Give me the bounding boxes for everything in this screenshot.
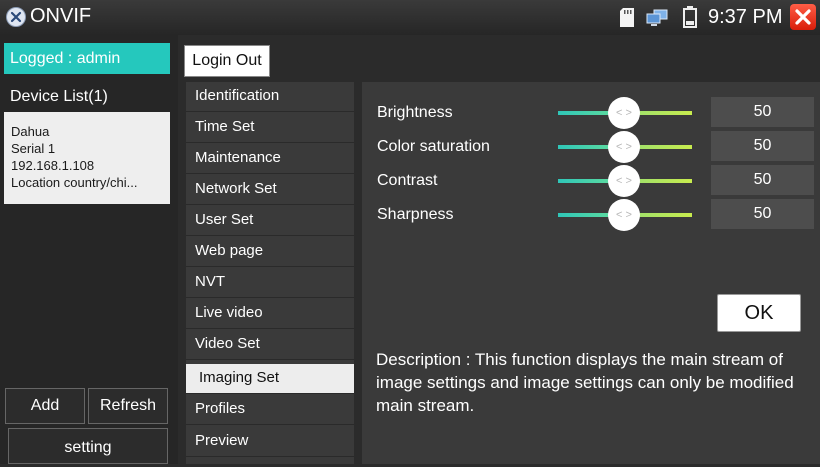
description-text: Description : This function displays the… [376, 350, 794, 415]
menu-item-live-video[interactable]: Live video [186, 299, 354, 329]
menu-item-network-set[interactable]: Network Set [186, 175, 354, 205]
slider-thumb[interactable]: < > [608, 165, 640, 197]
brightness-label: Brightness [377, 104, 453, 121]
color-saturation-value[interactable]: 50 [711, 131, 814, 161]
contrast-label: Contrast [377, 172, 438, 189]
sharpness-value[interactable]: 50 [711, 199, 814, 229]
device-name: Dahua [11, 124, 50, 139]
device-ip: 192.168.1.108 [11, 158, 95, 173]
close-icon [795, 9, 811, 25]
menu-item-web-page[interactable]: Web page [186, 237, 354, 267]
slider-thumb[interactable]: < > [608, 199, 640, 231]
add-button[interactable]: Add [5, 388, 85, 424]
sharpness-label: Sharpness [377, 206, 454, 223]
menu-item-profiles[interactable]: Profiles [186, 395, 354, 425]
slider-track-right [634, 213, 692, 217]
onvif-logo-icon [6, 7, 26, 27]
device-list-item[interactable]: Dahua Serial 1 192.168.1.108 Location co… [4, 112, 170, 204]
menu-item-video-set[interactable]: Video Set [186, 330, 354, 360]
menu-item-preview[interactable]: Preview [186, 427, 354, 457]
slider-thumb[interactable]: < > [608, 131, 640, 163]
menu-item-user-set[interactable]: User Set [186, 206, 354, 236]
refresh-button[interactable]: Refresh [88, 388, 168, 424]
brightness-value[interactable]: 50 [711, 97, 814, 127]
color-saturation-label: Color saturation [377, 138, 490, 155]
clock: 9:37 PM [708, 6, 783, 28]
imaging-settings-panel: Brightness < > 50 Color saturation < > 5… [362, 82, 820, 464]
sd-card-icon [620, 8, 634, 27]
setting-button[interactable]: setting [8, 428, 168, 464]
login-out-button[interactable]: Login Out [184, 45, 270, 77]
menu-item-nvt[interactable]: NVT [186, 268, 354, 298]
title-bar: ONVIF 9:37 PM [0, 0, 820, 35]
sharpness-slider[interactable]: < > [558, 198, 692, 232]
logged-status: Logged : admin [4, 43, 170, 74]
close-button[interactable] [790, 4, 816, 30]
contrast-slider[interactable]: < > [558, 164, 692, 198]
menu-item-maintenance[interactable]: Maintenance [186, 144, 354, 174]
menu-item-time-set[interactable]: Time Set [186, 113, 354, 143]
app-title: ONVIF [30, 5, 92, 27]
brightness-slider[interactable]: < > [558, 96, 692, 130]
slider-track-right [634, 179, 692, 183]
battery-icon [683, 6, 697, 28]
color-saturation-slider[interactable]: < > [558, 130, 692, 164]
contrast-value[interactable]: 50 [711, 165, 814, 195]
network-icon [646, 9, 668, 26]
ok-button[interactable]: OK [717, 294, 801, 332]
settings-menu: Identification Time Set Maintenance Netw… [186, 82, 354, 464]
slider-track-right [634, 145, 692, 149]
menu-item-identification[interactable]: Identification [186, 82, 354, 112]
device-location: Location country/chi... [11, 175, 138, 190]
menu-item-imaging-set[interactable]: Imaging Set [186, 364, 354, 394]
device-list-label: Device List(1) [10, 88, 108, 105]
device-serial: Serial 1 [11, 141, 56, 156]
slider-thumb[interactable]: < > [608, 97, 640, 129]
slider-track-right [634, 111, 692, 115]
